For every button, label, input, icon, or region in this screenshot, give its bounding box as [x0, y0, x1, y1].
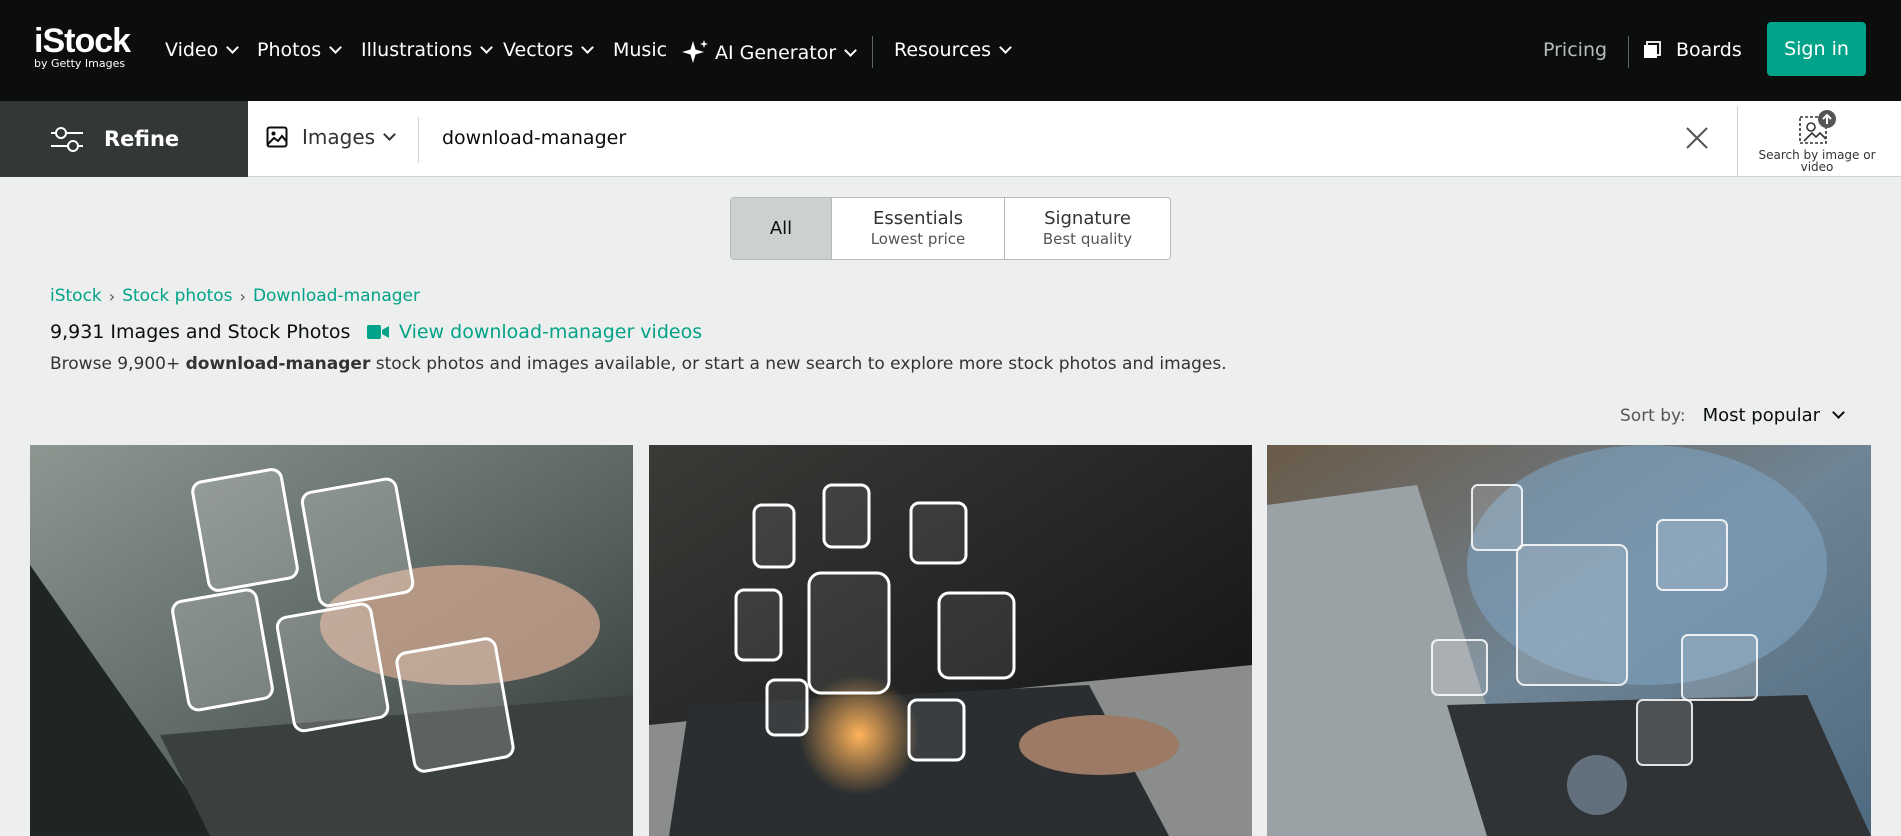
- chevron-down-icon: [999, 40, 1012, 54]
- tab-all-label: All: [769, 218, 793, 239]
- result-image[interactable]: [30, 445, 633, 836]
- license-tabs: All Essentials Lowest price Signature Be…: [730, 197, 1171, 260]
- search-divider: [418, 117, 419, 163]
- nav-pricing[interactable]: Pricing: [1543, 38, 1607, 62]
- tab-signature-label: Signature: [1044, 208, 1131, 229]
- tab-signature-sub: Best quality: [1042, 230, 1133, 248]
- laptop-cloud-photo: [1267, 445, 1871, 836]
- tab-essentials-label: Essentials: [872, 208, 964, 229]
- nav-ai-generator[interactable]: AI Generator: [680, 38, 857, 68]
- chevron-down-icon: [1832, 406, 1845, 419]
- nav-divider: [1628, 36, 1629, 68]
- breadcrumb-stock-photos[interactable]: Stock photos: [122, 286, 232, 306]
- boards-icon: [1644, 41, 1661, 58]
- nav-divider: [872, 36, 873, 68]
- nav-photos[interactable]: Photos: [257, 38, 342, 62]
- nav-boards[interactable]: Boards: [1643, 38, 1742, 62]
- search-by-image-label: Search by image or video: [1758, 148, 1876, 174]
- view-videos-link[interactable]: View download-manager videos: [367, 321, 702, 343]
- nav-music-label: Music: [613, 39, 668, 61]
- nav-illustrations-label: Illustrations: [361, 39, 473, 61]
- tab-signature[interactable]: Signature Best quality: [1005, 198, 1170, 259]
- nav-photos-label: Photos: [257, 39, 322, 61]
- nav-ai-generator-label: AI Generator: [715, 42, 837, 64]
- tab-essentials[interactable]: Essentials Lowest price: [832, 198, 1005, 259]
- search-input[interactable]: [442, 127, 1442, 149]
- search-by-image-button[interactable]: Search by image or video: [1744, 109, 1890, 173]
- results-count: 9,931 Images and Stock Photos: [50, 321, 351, 343]
- video-camera-icon: [367, 325, 389, 339]
- laptop-documents-photo: [30, 445, 633, 836]
- istock-logo[interactable]: iStock by Getty Images: [34, 22, 131, 70]
- view-videos-label: View download-manager videos: [399, 321, 703, 343]
- chevron-down-icon: [226, 40, 240, 54]
- chevron-down-icon: [383, 127, 396, 141]
- nav-illustrations[interactable]: Illustrations: [361, 38, 494, 62]
- media-type-label: Images: [302, 125, 376, 149]
- breadcrumb-istock[interactable]: iStock: [50, 286, 102, 306]
- search-by-image-icon: [1799, 110, 1836, 144]
- breadcrumb: iStock › Stock photos › Download-manager: [50, 286, 420, 306]
- chevron-down-icon: [329, 40, 342, 54]
- breadcrumb-separator: ›: [239, 286, 246, 306]
- sort-label: Sort by:: [1620, 405, 1686, 426]
- search-divider: [1737, 106, 1738, 176]
- breadcrumb-download-manager[interactable]: Download-manager: [253, 286, 420, 306]
- top-navigation: iStock by Getty Images Video Photos Illu…: [0, 0, 1901, 101]
- nav-vectors-label: Vectors: [503, 39, 574, 61]
- tab-essentials-sub: Lowest price: [870, 230, 966, 248]
- image-icon: [266, 126, 288, 148]
- nav-resources-label: Resources: [894, 39, 992, 61]
- sign-in-button[interactable]: Sign in: [1767, 22, 1866, 76]
- nav-music[interactable]: Music: [613, 38, 667, 62]
- tab-all[interactable]: All: [731, 198, 832, 259]
- media-type-select[interactable]: Images: [266, 125, 396, 149]
- close-icon[interactable]: [1684, 125, 1710, 151]
- nav-video[interactable]: Video: [165, 38, 240, 62]
- nav-vectors[interactable]: Vectors: [503, 38, 595, 62]
- result-image[interactable]: [1267, 445, 1871, 836]
- refine-label: Refine: [104, 127, 180, 151]
- logo-subtitle: by Getty Images: [34, 57, 126, 70]
- laptop-icons-photo: [649, 445, 1252, 836]
- chevron-down-icon: [581, 40, 595, 54]
- nav-pricing-label: Pricing: [1543, 39, 1608, 61]
- breadcrumb-separator: ›: [108, 286, 116, 306]
- refine-button[interactable]: Refine: [0, 101, 248, 177]
- chevron-down-icon: [844, 43, 857, 57]
- result-image[interactable]: [649, 445, 1252, 836]
- sort-control: Sort by: Most popular: [1620, 405, 1845, 426]
- browse-prefix: Browse 9,900+: [50, 354, 186, 374]
- search-bar: Images Search by image or video: [248, 101, 1901, 177]
- chevron-down-icon: [480, 40, 494, 54]
- nav-resources[interactable]: Resources: [894, 38, 1012, 62]
- logo-wordmark: iStock: [34, 22, 131, 60]
- sparkle-icon: [682, 40, 708, 63]
- sort-select[interactable]: Most popular: [1702, 405, 1845, 426]
- filter-sliders-icon: [51, 127, 83, 152]
- sort-value: Most popular: [1702, 405, 1820, 426]
- browse-term: download-manager: [185, 354, 371, 374]
- browse-description: Browse 9,900+ download-manager stock pho…: [50, 354, 1227, 374]
- nav-boards-label: Boards: [1676, 39, 1742, 61]
- browse-suffix: stock photos and images available, or st…: [370, 354, 1227, 374]
- nav-video-label: Video: [165, 39, 219, 61]
